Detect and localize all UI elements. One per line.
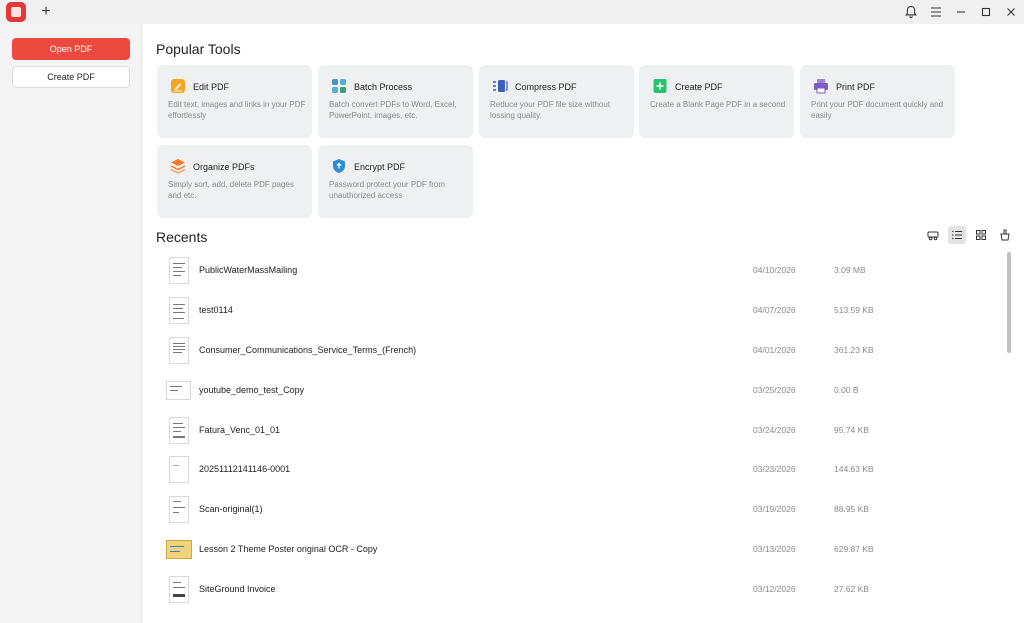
maximize-icon[interactable] [977,3,995,21]
tool-desc: Edit text, images and links in your PDF … [168,100,306,120]
tool-card-organize-pdfs[interactable]: Organize PDFs Simply sort, add, delete P… [157,145,312,218]
tool-name: Organize PDFs [193,162,255,172]
tool-desc: Simply sort, add, delete PDF pages and e… [168,180,294,200]
file-size: 95.74 KB [834,425,869,435]
file-name: test0114 [199,305,233,315]
tool-card-compress-pdf[interactable]: Compress PDF Reduce your PDF file size w… [479,65,634,138]
batch-process-icon [331,78,347,94]
recent-file-row[interactable]: Scan-original(1) 03/19/2026 88.95 KB [160,490,1000,530]
file-date: 03/19/2026 [753,504,796,514]
clear-icon[interactable] [996,226,1014,244]
file-date: 04/01/2026 [753,345,796,355]
file-date: 04/07/2026 [753,305,796,315]
organize-pdfs-icon [170,158,186,174]
file-name: Lesson 2 Theme Poster original OCR - Cop… [199,544,378,554]
file-thumbnail [169,576,189,603]
file-size: 144.63 KB [834,464,874,474]
app-logo-icon [6,2,26,22]
recent-file-row[interactable]: PublicWaterMassMailing 04/10/2026 3.09 M… [160,251,1000,291]
popular-tools-title: Popular Tools [156,41,241,57]
tool-desc: Password protect your PDF from unauthori… [329,180,446,200]
file-size: 3.09 MB [834,265,866,275]
file-name: SiteGround Invoice [199,584,276,594]
recent-file-row[interactable]: 20251112141146-0001 03/23/2026 144.63 KB [160,450,1000,490]
title-bar: + [0,0,1024,24]
file-date: 04/10/2026 [753,265,796,275]
file-thumbnail [166,540,192,559]
file-date: 03/12/2026 [753,584,796,594]
tool-card-print-pdf[interactable]: Print PDF Print your PDF document quickl… [800,65,955,138]
recent-file-row[interactable]: test0114 04/07/2026 513.59 KB [160,291,1000,331]
tool-card-batch-process[interactable]: Batch Process Batch convert PDFs to Word… [318,65,473,138]
tool-desc: Batch convert PDFs to Word, Excel, Power… [329,100,457,120]
recent-file-row[interactable]: Consumer_Communications_Service_Terms_(F… [160,331,1000,371]
file-thumbnail [166,381,191,400]
file-size: 27.62 KB [834,584,869,594]
tool-card-create-pdf[interactable]: Create PDF Create a Blank Page PDF in a … [639,65,794,138]
file-thumbnail [169,257,189,284]
file-thumbnail [169,417,189,444]
file-name: 20251112141146-0001 [199,464,291,474]
recents-title: Recents [156,229,208,245]
file-name: PublicWaterMassMailing [199,265,298,275]
search-view-icon[interactable] [924,226,942,244]
file-name: Fatura_Venc_01_01 [199,425,281,435]
recent-file-row[interactable]: Lesson 2 Theme Poster original OCR - Cop… [160,530,1000,570]
menu-icon[interactable] [927,3,945,21]
file-name: youtube_demo_test_Copy [199,385,305,395]
tool-card-encrypt-pdf[interactable]: Encrypt PDF Password protect your PDF fr… [318,145,473,218]
file-name: Consumer_Communications_Service_Terms_(F… [199,345,417,355]
file-name: Scan-original(1) [199,504,263,514]
file-date: 03/23/2026 [753,464,796,474]
edit-pdf-icon [170,78,186,94]
list-view-icon[interactable] [948,226,966,244]
recents-scrollbar[interactable] [1007,252,1011,353]
tool-name: Encrypt PDF [354,162,406,172]
recent-file-row[interactable]: Fatura_Venc_01_01 03/24/2026 95.74 KB [160,411,1000,451]
tool-name: Batch Process [354,82,413,92]
grid-view-icon[interactable] [972,226,990,244]
recent-file-row[interactable]: SiteGround Invoice 03/12/2026 27.62 KB [160,570,1000,610]
file-date: 03/13/2026 [753,544,796,554]
sidebar: Open PDF Create PDF [0,24,142,623]
file-thumbnail [169,496,189,523]
open-pdf-button[interactable]: Open PDF [12,38,130,60]
file-thumbnail [169,456,189,483]
file-size: 0.00 B [834,385,859,395]
bell-icon[interactable] [902,3,920,21]
tool-desc: Create a Blank Page PDF in a second [650,100,786,109]
file-thumbnail [169,337,189,364]
tool-name: Compress PDF [515,82,577,92]
file-size: 361.23 KB [834,345,874,355]
file-size: 88.95 KB [834,504,869,514]
tool-desc: Print your PDF document quickly and easi… [811,100,944,120]
encrypt-pdf-icon [331,158,347,174]
tool-card-edit-pdf[interactable]: Edit PDF Edit text, images and links in … [157,65,312,138]
create-pdf-button[interactable]: Create PDF [12,66,130,88]
file-date: 03/25/2026 [753,385,796,395]
file-date: 03/24/2026 [753,425,796,435]
compress-pdf-icon [492,78,508,94]
minimize-icon[interactable] [952,3,970,21]
tool-name: Edit PDF [193,82,230,92]
new-tab-button[interactable]: + [38,2,54,22]
file-size: 513.59 KB [834,305,874,315]
tool-name: Print PDF [836,82,876,92]
tool-name: Create PDF [675,82,723,92]
close-icon[interactable] [1002,3,1020,21]
create-pdf-icon [652,78,668,94]
print-pdf-icon [813,78,829,94]
tool-desc: Reduce your PDF file size without lossin… [490,100,611,120]
file-size: 629.87 KB [834,544,874,554]
file-thumbnail [169,297,189,324]
recent-file-row[interactable]: youtube_demo_test_Copy 03/25/2026 0.00 B [160,371,1000,411]
